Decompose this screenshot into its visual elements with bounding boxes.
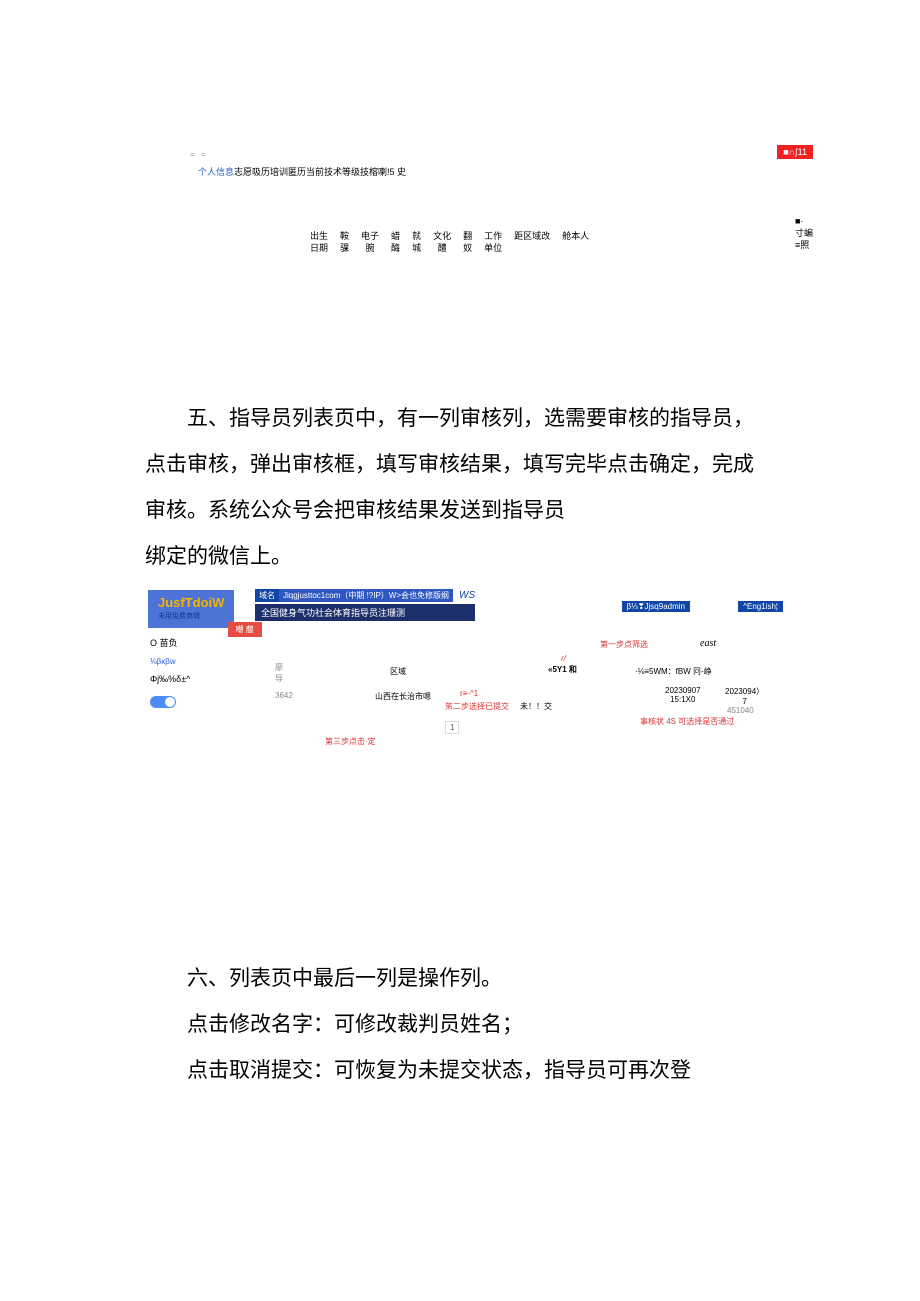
r-red-2: r≡-^1	[460, 689, 478, 698]
col-6: 翻 奴	[463, 230, 472, 254]
p6-line1: 六、列表页中最后一列是操作列。	[145, 955, 775, 1001]
p6-line3: 点击取消提交：可恢复为未提交状态，指导员可再次登	[145, 1047, 775, 1093]
tab-other[interactable]: 志愿吸历培训匿历当前技术等级技榕喇!5 史	[234, 167, 406, 177]
col-3: 蜡 酶	[391, 230, 400, 254]
domain-tag: 域名	[255, 589, 279, 602]
col-email: 电子 腕	[361, 230, 379, 254]
col-edu: 文化 醴	[433, 230, 451, 254]
sidebar-item-home[interactable]: O 苗负	[150, 636, 178, 649]
step2-note: 笫二步选择已提交	[445, 701, 509, 712]
p5-line1: 五、指导员列表页中，有一列审核列，选需要审核的指导员，	[145, 395, 775, 441]
hamburger-icon: = =	[190, 150, 208, 159]
not-submitted: 未！！交	[520, 701, 552, 712]
section-5-text: 五、指导员列表页中，有一列审核列，选需要审核的指导员， 点击审核，弹出审核框，填…	[145, 395, 775, 579]
top-red-button[interactable]: ■∩∫11	[777, 145, 813, 159]
region-header: 区域	[390, 666, 406, 677]
col-4: 就 城	[412, 230, 421, 254]
date2b: 451040	[727, 706, 754, 715]
sidebar-item-3[interactable]: Φj‰%δ±^	[150, 674, 262, 684]
domain-value: Jiqgjusttoc1com（中期 !?IP）W>会也免修版纲	[279, 589, 453, 602]
cell-5y1: «5Y1 和	[548, 664, 577, 675]
p5-line4: 绑定的微信上。	[145, 533, 775, 579]
refresh-button[interactable]: 嘲 菔	[228, 622, 262, 637]
admin-badge[interactable]: β⅓❣Jjsq9admin	[622, 601, 690, 612]
topbar: 域名 Jiqgjusttoc1com（中期 !?IP）W>会也免修版纲 WS 全…	[255, 589, 475, 621]
step1-note: 第一步点筛选	[600, 639, 648, 650]
audit-status-note: 事核状 4S 可选择是否通过	[640, 716, 734, 727]
logo-main: JusfTdoiW	[158, 596, 224, 610]
search-east[interactable]: east	[700, 638, 716, 649]
col-birthdate: 出生 日期	[310, 230, 328, 254]
tab-row: 个人信息志愿吸历培训匿历当前技术等级技榕喇!5 史	[198, 165, 406, 178]
col-1: 鞍 骒	[340, 230, 349, 254]
p5-line3: 审核。系统公众号会把审核结果发送到指导员	[145, 487, 775, 533]
col-region: 距区域改	[514, 230, 550, 254]
page-1[interactable]: 1	[445, 721, 459, 734]
english-toggle[interactable]: ^Eng1ish¦	[738, 601, 783, 612]
sidebar-toggle[interactable]	[150, 696, 176, 708]
logo: JusfTdoiW 未用免费商城	[148, 590, 234, 628]
cell-number-header: 廖 导	[275, 662, 283, 684]
rl-red: r/	[561, 654, 566, 663]
wmfbw: ·⅛≡5WM：fBW 冋-峥	[635, 666, 712, 677]
col-workunit: 工作 单位	[484, 230, 502, 254]
sidebar: O 苗负 嘲 菔 ⅛βκβw Φj‰%δ±^	[150, 636, 262, 708]
right-col-photo: ■· 寸蝙 ≡照	[795, 215, 813, 251]
p5-line2: 点击审核，弹出审核框，填写审核结果，填写完毕点击确定，完成	[145, 441, 775, 487]
date2: 2023094） 7	[725, 686, 764, 706]
step3-note: 第三步点击·定	[325, 736, 376, 747]
cell-number-value: 3642	[275, 691, 293, 700]
col-self: 舱本人	[562, 230, 589, 254]
region-value: 山西在长治市嗯	[375, 691, 431, 702]
column-headers: 出生 日期 鞍 骒 电子 腕 蜡 酶 就 城 文化 醴 翻 奴 工作 单位 距区…	[310, 230, 589, 254]
p6-line2: 点击修改名字：可修改裁判员姓名；	[145, 1001, 775, 1047]
ws-label: WS	[459, 590, 475, 601]
date1: 20230907 15:1X0	[665, 686, 701, 704]
screenshot-1: = = ■∩∫11 个人信息志愿吸历培训匿历当前技术等级技榕喇!5 史 出生 日…	[190, 150, 810, 270]
tab-personal-info[interactable]: 个人信息	[198, 167, 234, 177]
pager: 1	[445, 721, 459, 734]
banner-title: 全国健身气功社会体育指导员注珊测	[255, 604, 475, 621]
logo-sub: 未用免费商城	[158, 610, 224, 624]
sidebar-item-2[interactable]: ⅛βκβw	[150, 657, 262, 666]
section-6-text: 六、列表页中最后一列是操作列。 点击修改名字：可修改裁判员姓名； 点击取消提交：…	[145, 955, 775, 1093]
screenshot-2: JusfTdoiW 未用免费商城 域名 Jiqgjusttoc1com（中期 !…	[145, 586, 785, 781]
